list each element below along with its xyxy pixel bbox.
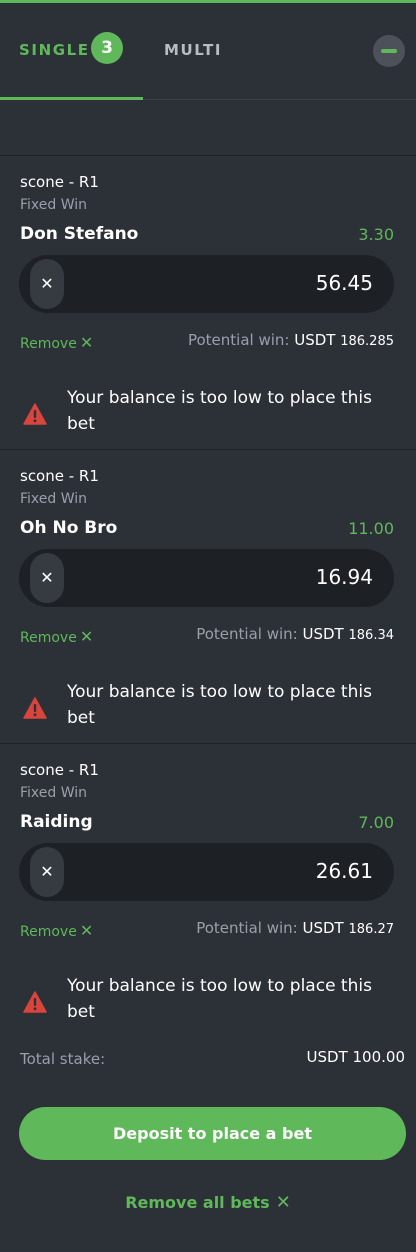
close-icon: ✕ [40, 568, 54, 587]
potential-win: Potential win: USDT 186.285 [187, 331, 394, 349]
clear-stake-button[interactable]: ✕ [30, 847, 64, 897]
tab-multi[interactable]: MULTI [164, 41, 222, 59]
meeting-label: scone - R1 [20, 173, 99, 191]
remove-bet-button[interactable]: Remove ✕ [20, 921, 93, 940]
stake-value: 56.45 [315, 271, 373, 295]
meeting-label: scone - R1 [20, 467, 99, 485]
bet-card: scone - R1 Fixed Win Don Stefano 3.30 ✕ … [0, 155, 416, 449]
remove-bet-button[interactable]: Remove ✕ [20, 333, 93, 352]
single-count-badge: 3 [91, 32, 123, 64]
total-stake-value: USDT 100.00 [306, 1048, 405, 1066]
stake-value: 16.94 [315, 565, 373, 589]
odds-value: 7.00 [358, 813, 394, 832]
collapse-button[interactable] [373, 35, 405, 67]
close-icon: ✕ [40, 274, 54, 293]
runner-name: Raiding [20, 812, 93, 832]
tab-single[interactable]: SINGLE [19, 41, 90, 59]
divider [0, 743, 416, 744]
active-tab-indicator [0, 97, 143, 100]
runner-name: Don Stefano [20, 224, 139, 244]
clear-stake-button[interactable]: ✕ [30, 553, 64, 603]
odds-value: 3.30 [358, 225, 394, 244]
warning-triangle-icon [23, 403, 47, 425]
remove-all-bets-button[interactable]: Remove all bets ✕ [0, 1192, 416, 1213]
bet-type-label: Fixed Win [20, 785, 88, 801]
insufficient-balance-warning: Your balance is too low to place this be… [67, 976, 372, 1022]
total-stake-label: Total stake: [20, 1050, 106, 1068]
runner-name: Oh No Bro [20, 518, 118, 538]
warning-triangle-icon [23, 697, 47, 719]
bet-type-tabs: SINGLE 3 MULTI [0, 3, 416, 100]
divider [0, 449, 416, 450]
meeting-label: scone - R1 [20, 761, 99, 779]
insufficient-balance-warning: Your balance is too low to place this be… [67, 388, 372, 434]
potential-win: Potential win: USDT 186.27 [196, 919, 394, 937]
odds-value: 11.00 [348, 519, 394, 538]
close-icon: ✕ [79, 627, 94, 646]
bet-type-label: Fixed Win [20, 197, 88, 213]
close-icon: ✕ [40, 862, 54, 881]
stake-input[interactable]: ✕ 16.94 [19, 549, 394, 607]
remove-bet-button[interactable]: Remove ✕ [20, 627, 93, 646]
stake-value: 26.61 [315, 859, 373, 883]
bet-type-label: Fixed Win [20, 491, 88, 507]
close-icon: ✕ [79, 921, 94, 940]
close-icon: ✕ [275, 1192, 291, 1213]
potential-win: Potential win: USDT 186.34 [196, 625, 394, 643]
bet-card: scone - R1 Fixed Win Raiding 7.00 ✕ 26.6… [0, 743, 416, 1037]
warning-triangle-icon [23, 991, 47, 1013]
stake-input[interactable]: ✕ 26.61 [19, 843, 394, 901]
insufficient-balance-warning: Your balance is too low to place this be… [67, 682, 372, 728]
close-icon: ✕ [79, 333, 94, 352]
stake-input[interactable]: ✕ 56.45 [19, 255, 394, 313]
bet-card: scone - R1 Fixed Win Oh No Bro 11.00 ✕ 1… [0, 449, 416, 743]
deposit-button[interactable]: Deposit to place a bet [19, 1107, 406, 1160]
minus-icon [381, 49, 397, 53]
clear-stake-button[interactable]: ✕ [30, 259, 64, 309]
